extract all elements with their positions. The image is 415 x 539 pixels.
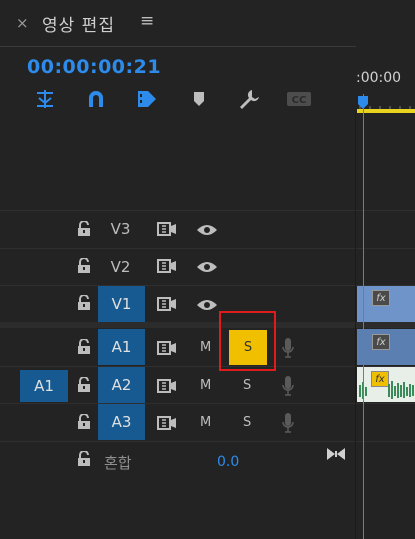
track-lock-icon[interactable] [77,221,91,237]
track-name-a2[interactable]: A2 [98,367,145,403]
row-divider [0,366,415,367]
mix-volume-value[interactable]: 0.0 [217,454,239,470]
audio-waveform [359,381,414,399]
adjust-clip-a1[interactable]: fx [357,329,415,365]
sync-lock-icon[interactable] [157,297,177,311]
playhead-timecode[interactable]: 00:00:00:21 [27,56,161,78]
toggle-output-eye-icon[interactable] [196,223,218,237]
track-lock-icon[interactable] [77,414,91,430]
row-divider [0,210,415,211]
voice-over-mic-icon[interactable] [282,412,294,434]
row-divider [0,441,415,442]
toggle-output-eye-icon[interactable] [196,298,218,312]
header-divider [0,46,415,47]
solo-highlight-box [219,311,276,371]
fx-badge: fx [372,290,390,306]
row-divider [0,248,415,249]
track-name-v2[interactable]: V2 [97,249,144,285]
video-clip-v1[interactable]: fx [357,286,415,322]
solo-button-a2[interactable]: S [243,378,251,393]
track-name-a1[interactable]: A1 [98,329,145,365]
sync-lock-icon[interactable] [157,416,177,430]
panel-menu-icon[interactable]: ≡ [140,11,154,31]
close-panel-icon[interactable]: × [16,14,29,32]
voice-over-mic-icon[interactable] [282,337,294,359]
track-name-v1[interactable]: V1 [98,286,145,322]
sync-lock-icon[interactable] [157,222,177,236]
sync-lock-icon[interactable] [157,259,177,273]
panel-title: 영상 편집 [42,16,115,36]
bowtie-icon[interactable] [326,447,346,461]
track-lock-icon[interactable] [77,295,91,311]
playhead-line[interactable] [363,94,364,539]
source-patch-a1[interactable]: A1 [20,370,68,402]
snap-nest-icon[interactable] [32,88,58,110]
video-audio-divider[interactable] [0,322,415,328]
wrench-settings-icon[interactable] [236,88,262,110]
mix-track-label: 혼합 [104,454,132,472]
toggle-output-eye-icon[interactable] [196,260,218,274]
timeline-divider [355,112,356,539]
cc-label: CC [292,95,307,106]
solo-button-a3[interactable]: S [243,415,251,430]
row-divider [0,403,415,404]
track-lock-icon[interactable] [77,258,91,274]
mute-button-a3[interactable]: M [200,415,211,430]
track-name-v3[interactable]: V3 [97,211,144,247]
mix-lock-icon [78,451,90,466]
magnet-link-icon[interactable] [83,88,109,110]
voice-over-mic-icon[interactable] [282,375,294,397]
ruler-ticks [358,96,411,110]
add-marker-icon[interactable] [186,88,212,110]
captions-cc-icon[interactable]: CC [286,88,312,110]
audio-clip-a2[interactable]: fx [357,367,415,402]
track-name-a3[interactable]: A3 [98,404,145,440]
sync-lock-icon[interactable] [157,379,177,393]
mute-button-a2[interactable]: M [200,378,211,393]
row-divider [0,285,415,286]
marker-insert-icon[interactable] [134,88,160,110]
track-lock-icon[interactable] [77,377,91,393]
sync-lock-icon[interactable] [157,341,177,355]
ruler-time-label: :00:00 [356,70,402,86]
track-lock-icon[interactable] [77,339,91,355]
mute-button-a1[interactable]: M [200,340,211,355]
fx-badge: fx [372,334,390,350]
